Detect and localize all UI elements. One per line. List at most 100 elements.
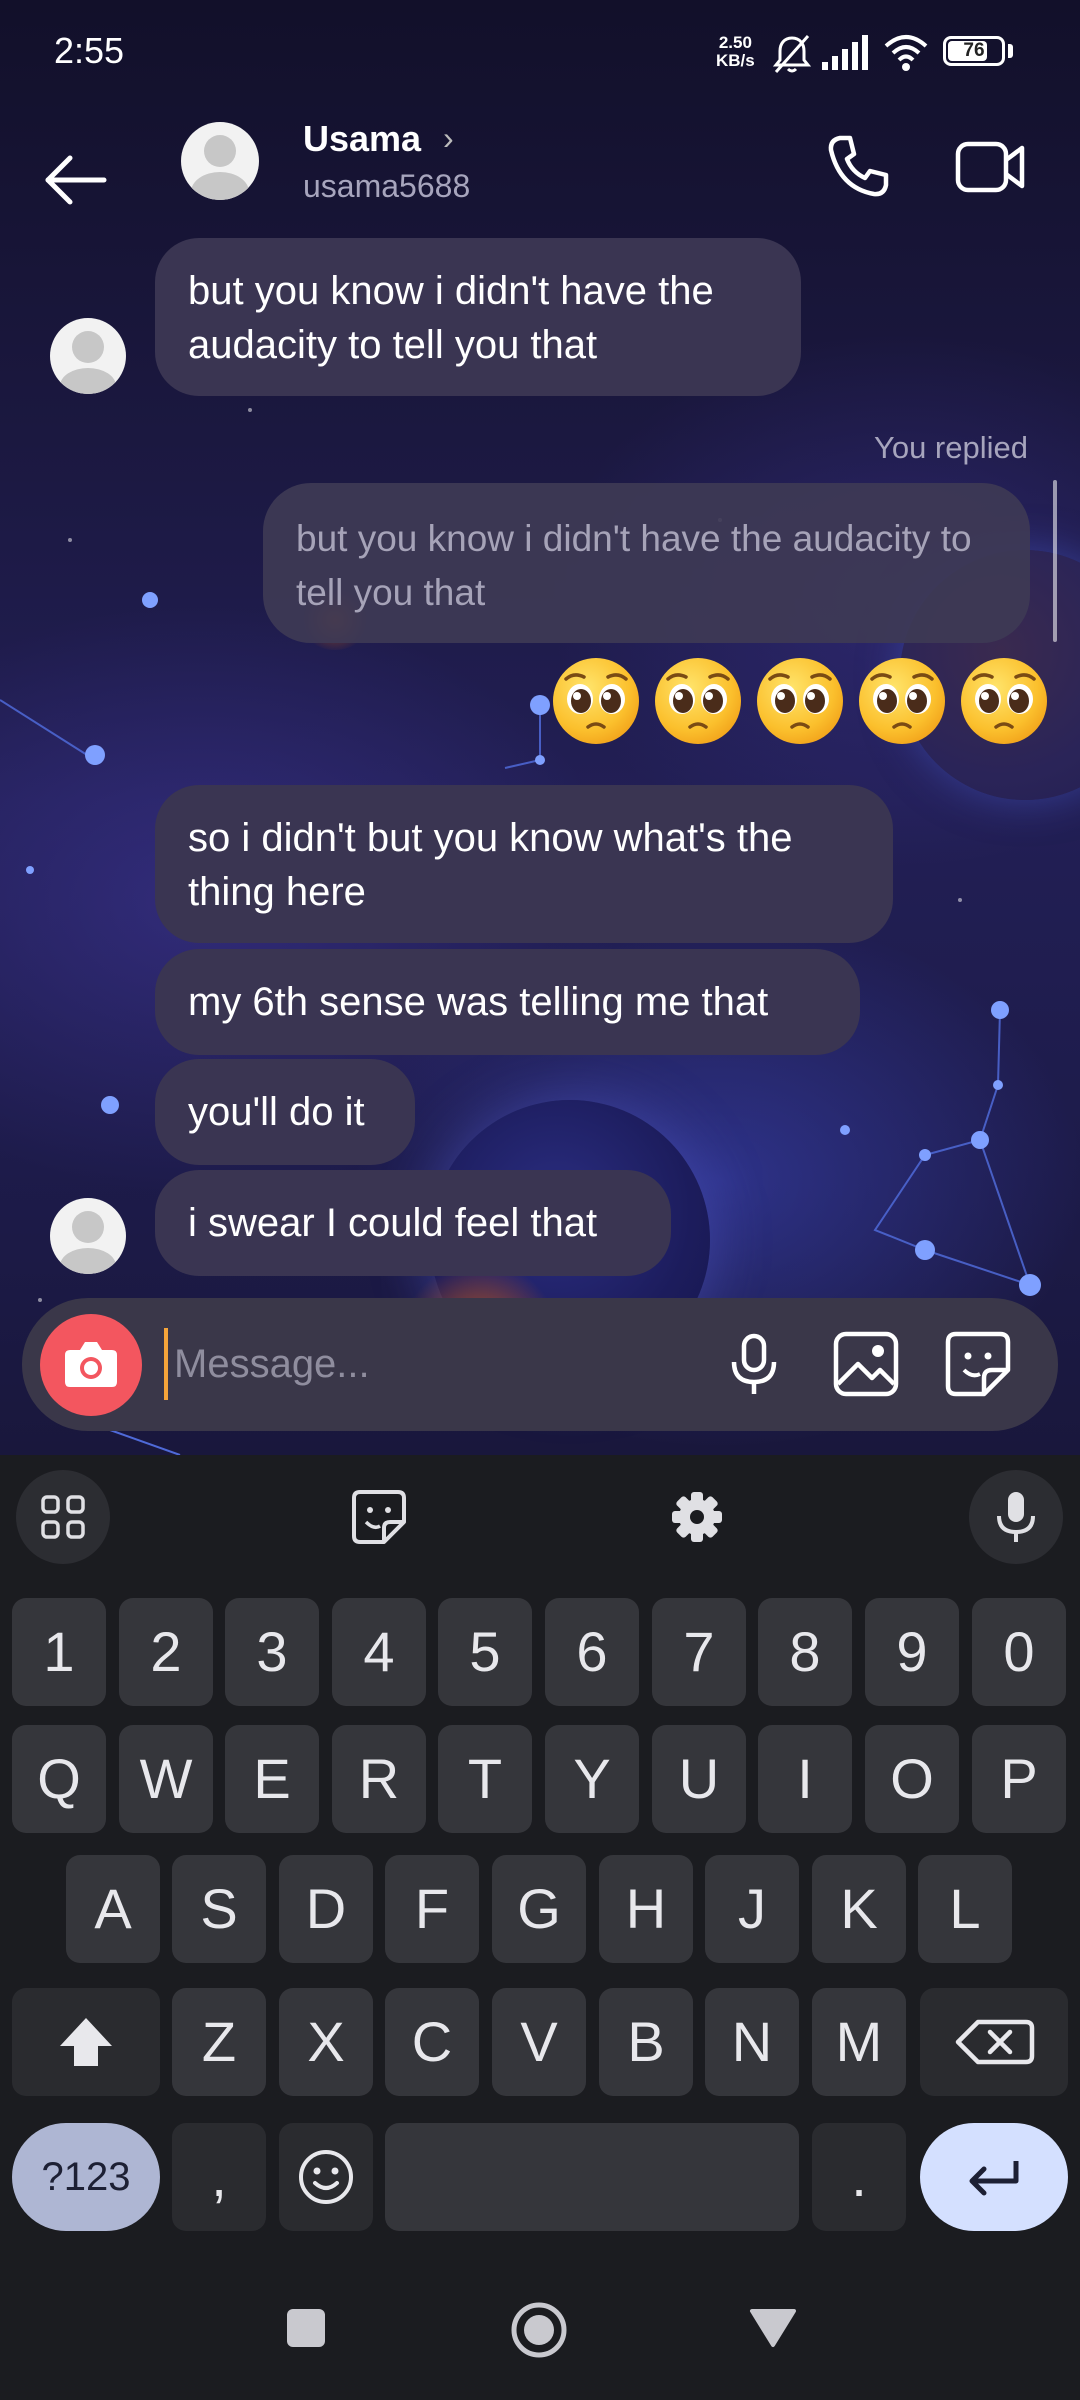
message-line: audacity to tell you that bbox=[188, 323, 598, 367]
voice-input-button[interactable] bbox=[969, 1470, 1063, 1564]
message-input[interactable] bbox=[164, 1328, 724, 1400]
back-arrow-icon[interactable] bbox=[36, 128, 116, 208]
key-7[interactable]: 7 bbox=[652, 1598, 746, 1706]
navigation-bar bbox=[0, 2265, 1080, 2400]
key-3[interactable]: 3 bbox=[225, 1598, 319, 1706]
settings-gear-icon bbox=[672, 1492, 722, 1542]
sticker-icon bbox=[352, 1490, 406, 1544]
key-s[interactable]: S bbox=[172, 1855, 266, 1963]
key-h[interactable]: H bbox=[599, 1855, 693, 1963]
key-q[interactable]: Q bbox=[12, 1725, 106, 1833]
battery-icon: 76 bbox=[943, 36, 1005, 66]
network-speed-unit: KB/s bbox=[716, 51, 755, 70]
camera-button[interactable] bbox=[40, 1314, 142, 1416]
quoted-reply-bubble[interactable]: but you know i didn't have the audacity … bbox=[263, 483, 1030, 643]
key-v[interactable]: V bbox=[492, 1988, 586, 2096]
key-c[interactable]: C bbox=[385, 1988, 479, 2096]
pleading-face-emoji bbox=[755, 656, 845, 746]
enter-key[interactable] bbox=[920, 2123, 1068, 2231]
apps-grid-icon bbox=[41, 1495, 85, 1539]
key-y[interactable]: Y bbox=[545, 1725, 639, 1833]
key-n[interactable]: N bbox=[705, 1988, 799, 2096]
backspace-key[interactable] bbox=[920, 1988, 1068, 2096]
scrollbar[interactable] bbox=[1053, 480, 1057, 642]
message-line: but you know i didn't have the bbox=[188, 269, 714, 313]
message-bubble[interactable]: but you know i didn't have the audacity … bbox=[155, 238, 801, 396]
status-time: 2:55 bbox=[54, 30, 125, 71]
comma-key[interactable]: , bbox=[172, 2123, 266, 2231]
key-p[interactable]: P bbox=[972, 1725, 1066, 1833]
key-t[interactable]: T bbox=[438, 1725, 532, 1833]
video-camera-icon[interactable] bbox=[950, 126, 1030, 206]
key-x[interactable]: X bbox=[279, 1988, 373, 2096]
key-r[interactable]: R bbox=[332, 1725, 426, 1833]
message-bubble[interactable]: so i didn't but you know what's the thin… bbox=[155, 785, 893, 943]
apps-grid-button[interactable] bbox=[16, 1470, 110, 1564]
enter-icon bbox=[969, 2161, 1019, 2196]
space-bar[interactable] bbox=[385, 2123, 799, 2231]
contact-name[interactable]: Usama bbox=[303, 118, 421, 160]
emoji-icon bbox=[299, 2150, 353, 2204]
key-l[interactable]: L bbox=[918, 1855, 1012, 1963]
pleading-face-emoji bbox=[959, 656, 1049, 746]
message-bubble[interactable]: i swear I could feel that bbox=[155, 1170, 671, 1276]
key-6[interactable]: 6 bbox=[545, 1598, 639, 1706]
sticker-icon[interactable] bbox=[940, 1326, 1016, 1402]
settings-button[interactable] bbox=[650, 1470, 744, 1564]
key-z[interactable]: Z bbox=[172, 1988, 266, 2096]
shift-icon bbox=[60, 2018, 112, 2066]
microphone-icon[interactable] bbox=[716, 1326, 792, 1402]
battery-percent: 76 bbox=[963, 40, 985, 61]
mute-bell-icon bbox=[772, 35, 812, 73]
key-u[interactable]: U bbox=[652, 1725, 746, 1833]
recents-square-icon[interactable] bbox=[285, 2307, 327, 2349]
chat-header: Usama › usama5688 bbox=[0, 110, 1080, 230]
pleading-face-emoji bbox=[551, 656, 641, 746]
key-0[interactable]: 0 bbox=[972, 1598, 1066, 1706]
network-speed-value: 2.50 bbox=[718, 33, 752, 52]
key-i[interactable]: I bbox=[758, 1725, 852, 1833]
camera-icon bbox=[65, 1342, 117, 1387]
key-4[interactable]: 4 bbox=[332, 1598, 426, 1706]
symbols-key[interactable]: ?123 bbox=[12, 2123, 160, 2231]
key-m[interactable]: M bbox=[812, 1988, 906, 2096]
key-k[interactable]: K bbox=[812, 1855, 906, 1963]
key-2[interactable]: 2 bbox=[119, 1598, 213, 1706]
contact-chevron-icon[interactable]: › bbox=[443, 120, 454, 157]
key-e[interactable]: E bbox=[225, 1725, 319, 1833]
back-triangle-icon[interactable] bbox=[748, 2307, 798, 2349]
home-circle-icon[interactable] bbox=[510, 2301, 568, 2359]
key-j[interactable]: J bbox=[705, 1855, 799, 1963]
key-f[interactable]: F bbox=[385, 1855, 479, 1963]
phone-icon[interactable] bbox=[818, 126, 898, 206]
key-8[interactable]: 8 bbox=[758, 1598, 852, 1706]
key-9[interactable]: 9 bbox=[865, 1598, 959, 1706]
status-bar: 2:55 2.50 KB/s 76 bbox=[0, 0, 1080, 105]
backspace-icon bbox=[955, 2019, 1035, 2065]
message-bubble[interactable]: my 6th sense was telling me that bbox=[155, 949, 860, 1055]
key-g[interactable]: G bbox=[492, 1855, 586, 1963]
key-b[interactable]: B bbox=[599, 1988, 693, 2096]
emoji-key[interactable] bbox=[279, 2123, 373, 2231]
key-a[interactable]: A bbox=[66, 1855, 160, 1963]
shift-key[interactable] bbox=[12, 1988, 160, 2096]
chat-background: 2:55 2.50 KB/s 76 Usama › usama5688 but … bbox=[0, 0, 1080, 1455]
contact-avatar[interactable] bbox=[181, 122, 259, 200]
key-o[interactable]: O bbox=[865, 1725, 959, 1833]
wifi-icon bbox=[884, 35, 928, 71]
battery-nub bbox=[1008, 44, 1013, 58]
key-d[interactable]: D bbox=[279, 1855, 373, 1963]
sticker-button[interactable] bbox=[332, 1470, 426, 1564]
sender-avatar bbox=[50, 1198, 126, 1274]
emoji-message[interactable] bbox=[550, 655, 1050, 755]
message-composer bbox=[22, 1298, 1058, 1431]
gallery-icon[interactable] bbox=[828, 1326, 904, 1402]
keyboard: 1 2 3 4 5 6 7 8 9 0 Q W E R T Y U I O P … bbox=[0, 1455, 1080, 2400]
you-replied-label: You replied bbox=[874, 430, 1028, 465]
quoted-line: but you know i didn't have the audacity … bbox=[296, 518, 972, 559]
key-5[interactable]: 5 bbox=[438, 1598, 532, 1706]
message-bubble[interactable]: you'll do it bbox=[155, 1059, 415, 1165]
key-w[interactable]: W bbox=[119, 1725, 213, 1833]
period-key[interactable]: . bbox=[812, 2123, 906, 2231]
key-1[interactable]: 1 bbox=[12, 1598, 106, 1706]
